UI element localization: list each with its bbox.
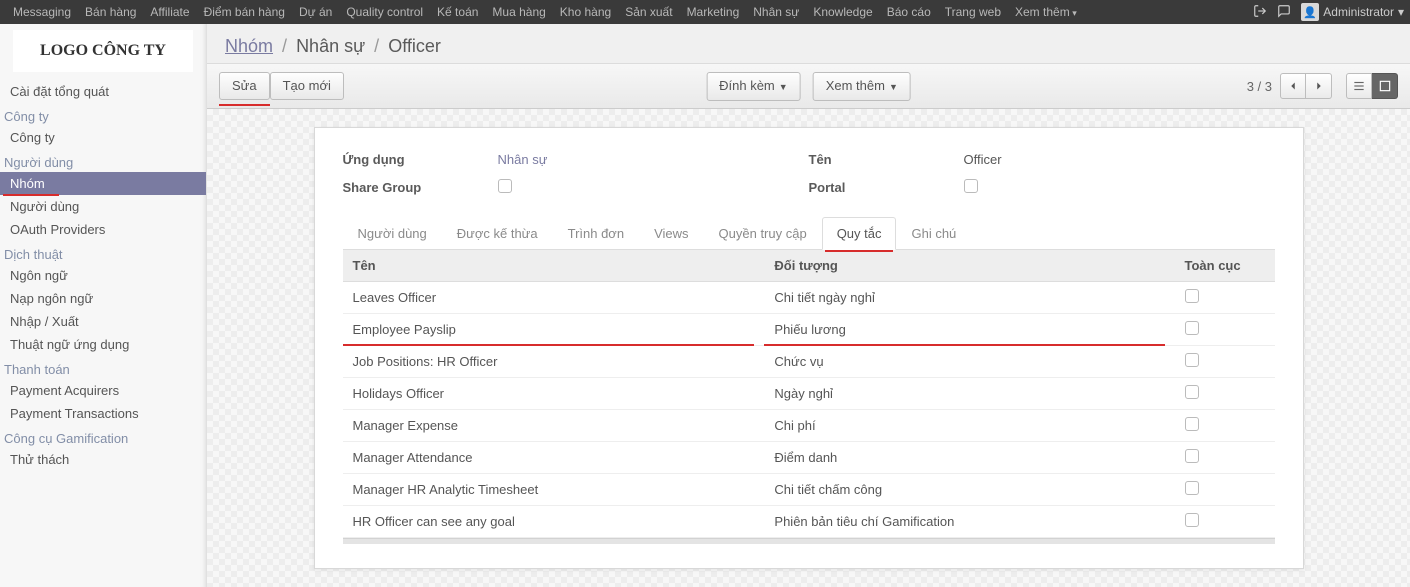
field-label-name: Tên: [809, 152, 954, 167]
sidebar-section: Công ty: [0, 103, 206, 126]
global-checkbox[interactable]: [1185, 289, 1199, 303]
top-menu-item[interactable]: Knowledge: [806, 5, 879, 19]
sidebar: LOGO CÔNG TY Cài đặt tổng quátCông tyCôn…: [0, 24, 207, 587]
pager-prev-button[interactable]: [1280, 73, 1306, 99]
pager-text: 3 / 3: [1247, 79, 1272, 94]
form-view-button[interactable]: [1372, 73, 1398, 99]
global-checkbox[interactable]: [1185, 449, 1199, 463]
rules-table: Tên Đối tượng Toàn cục Leaves OfficerChi…: [343, 250, 1275, 538]
form-sheet: Ứng dụng Nhân sự Share Group Tên Officer…: [314, 127, 1304, 569]
field-label-app: Ứng dụng: [343, 152, 488, 167]
tab[interactable]: Người dùng: [343, 217, 442, 250]
top-menu-item[interactable]: Quality control: [339, 5, 430, 19]
top-menu-item[interactable]: Marketing: [680, 5, 747, 19]
sidebar-item[interactable]: Ngôn ngữ: [0, 264, 206, 287]
edit-button[interactable]: Sửa: [219, 72, 270, 100]
table-row[interactable]: Manager AttendanceĐiểm danh: [343, 442, 1275, 474]
chevron-down-icon: ▾: [1398, 5, 1404, 19]
global-checkbox[interactable]: [1185, 385, 1199, 399]
table-row[interactable]: Leaves OfficerChi tiết ngày nghỉ: [343, 282, 1275, 314]
col-object[interactable]: Đối tượng: [764, 250, 1174, 282]
sidebar-section: Thanh toán: [0, 356, 206, 379]
sidebar-section: Người dùng: [0, 149, 206, 172]
sidebar-item[interactable]: Người dùng: [0, 195, 206, 218]
table-row[interactable]: Manager ExpenseChi phí: [343, 410, 1275, 442]
company-logo: LOGO CÔNG TY: [13, 30, 193, 72]
tab[interactable]: Được kế thừa: [442, 217, 553, 250]
sidebar-item[interactable]: Payment Transactions: [0, 402, 206, 425]
tab[interactable]: Quy tắc: [822, 217, 897, 250]
field-value-app[interactable]: Nhân sự: [498, 152, 809, 167]
top-menu-item[interactable]: Affiliate: [143, 5, 196, 19]
sidebar-section: Công cụ Gamification: [0, 425, 206, 448]
field-value-name: Officer: [964, 152, 1275, 167]
top-menu-item[interactable]: Kế toán: [430, 5, 485, 19]
global-checkbox[interactable]: [1185, 513, 1199, 527]
field-label-share: Share Group: [343, 180, 488, 195]
field-label-portal: Portal: [809, 180, 954, 195]
action-toolbar: Sửa Tạo mới Đính kèm▼ Xem thêm▼ 3 / 3: [207, 63, 1410, 109]
global-checkbox[interactable]: [1185, 481, 1199, 495]
top-menu-item[interactable]: Điểm bán hàng: [197, 5, 292, 19]
portal-checkbox[interactable]: [964, 179, 978, 193]
tab[interactable]: Views: [639, 217, 703, 250]
sidebar-item[interactable]: Nhập / Xuất: [0, 310, 206, 333]
top-menu-item[interactable]: Messaging: [6, 5, 78, 19]
table-row[interactable]: Employee PayslipPhiếu lương: [343, 314, 1275, 346]
sidebar-item[interactable]: OAuth Providers: [0, 218, 206, 241]
col-name[interactable]: Tên: [343, 250, 765, 282]
tab[interactable]: Trình đơn: [553, 217, 639, 250]
more-button[interactable]: Xem thêm▼: [813, 72, 911, 101]
global-checkbox[interactable]: [1185, 353, 1199, 367]
breadcrumb-mid: Nhân sự: [296, 36, 365, 56]
top-menu-item[interactable]: Kho hàng: [553, 5, 618, 19]
sidebar-item[interactable]: Công ty: [0, 126, 206, 149]
chat-icon[interactable]: [1277, 4, 1291, 21]
logout-icon[interactable]: [1253, 4, 1267, 21]
global-checkbox[interactable]: [1185, 321, 1199, 335]
top-menu-item[interactable]: Mua hàng: [485, 5, 552, 19]
top-menu-item[interactable]: Dự án: [292, 5, 339, 19]
attach-button[interactable]: Đính kèm▼: [706, 72, 801, 101]
main-content: Nhóm / Nhân sự / Officer Sửa Tạo mới Đín…: [207, 24, 1410, 587]
breadcrumb: Nhóm / Nhân sự / Officer: [207, 24, 1410, 63]
top-menu-bar: MessagingBán hàngAffiliateĐiểm bán hàngD…: [0, 0, 1410, 24]
sidebar-item[interactable]: Cài đặt tổng quát: [0, 80, 206, 103]
top-menu-item[interactable]: Nhân sự: [746, 5, 806, 19]
breadcrumb-leaf: Officer: [388, 36, 441, 56]
sidebar-item[interactable]: Thử thách: [0, 448, 206, 471]
list-view-button[interactable]: [1346, 73, 1372, 99]
tab[interactable]: Quyền truy cập: [704, 217, 822, 250]
tabs: Người dùngĐược kế thừaTrình đơnViewsQuyề…: [343, 216, 1275, 250]
table-scroll-hint: [343, 538, 1275, 544]
global-checkbox[interactable]: [1185, 417, 1199, 431]
sidebar-item[interactable]: Thuật ngữ ứng dụng: [0, 333, 206, 356]
sidebar-item[interactable]: Payment Acquirers: [0, 379, 206, 402]
pager-next-button[interactable]: [1306, 73, 1332, 99]
chevron-down-icon: ▼: [779, 82, 788, 92]
table-row[interactable]: HR Officer can see any goalPhiên bản tiê…: [343, 506, 1275, 538]
top-menu-item[interactable]: Xem thêm ▾: [1008, 5, 1084, 19]
col-global[interactable]: Toàn cục: [1175, 250, 1275, 282]
sidebar-item[interactable]: Nạp ngôn ngữ: [0, 287, 206, 310]
breadcrumb-root[interactable]: Nhóm: [225, 36, 273, 56]
chevron-down-icon: ▼: [889, 82, 898, 92]
top-menu-item[interactable]: Sản xuất: [618, 5, 679, 19]
tab[interactable]: Ghi chú: [896, 217, 971, 250]
user-name: Administrator: [1323, 5, 1394, 19]
table-row[interactable]: Manager HR Analytic TimesheetChi tiết ch…: [343, 474, 1275, 506]
top-menu-item[interactable]: Báo cáo: [880, 5, 938, 19]
create-button[interactable]: Tạo mới: [270, 72, 344, 100]
table-row[interactable]: Job Positions: HR OfficerChức vụ: [343, 346, 1275, 378]
top-menu-item[interactable]: Bán hàng: [78, 5, 143, 19]
sidebar-section: Dịch thuật: [0, 241, 206, 264]
share-group-checkbox[interactable]: [498, 179, 512, 193]
top-menu-item[interactable]: Trang web: [938, 5, 1008, 19]
avatar: 👤: [1301, 3, 1319, 21]
sidebar-item[interactable]: Nhóm: [0, 172, 206, 195]
user-menu[interactable]: 👤 Administrator ▾: [1301, 3, 1404, 21]
table-row[interactable]: Holidays OfficerNgày nghỉ: [343, 378, 1275, 410]
